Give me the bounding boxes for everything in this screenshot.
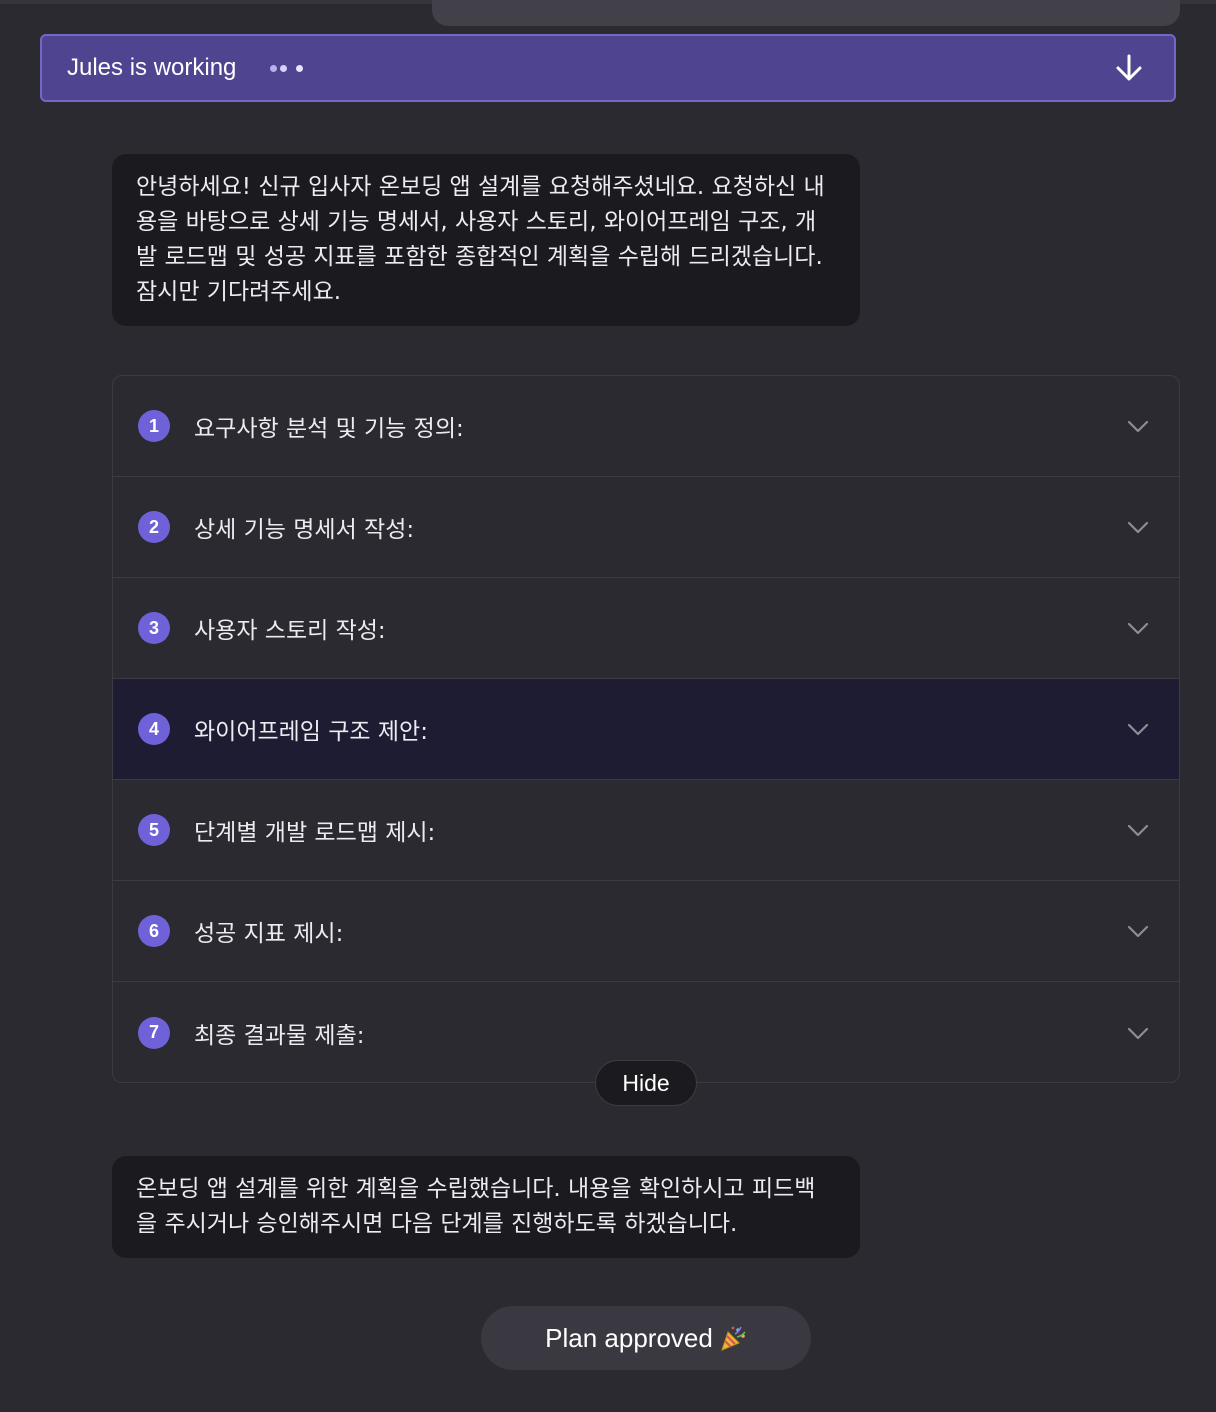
chevron-down-icon[interactable] [1125, 716, 1151, 742]
plan-step-1[interactable]: 1 요구사항 분석 및 기능 정의: [113, 376, 1179, 477]
chevron-down-icon[interactable] [1125, 514, 1151, 540]
plan-step-4[interactable]: 4 와이어프레임 구조 제안: [113, 679, 1179, 780]
party-popper-icon [721, 1326, 746, 1351]
plan-steps-card: 1 요구사항 분석 및 기능 정의: 2 상세 기능 명세서 작성: 3 사용자… [112, 375, 1180, 1083]
chevron-down-icon[interactable] [1125, 1020, 1151, 1046]
step-number-badge: 5 [138, 814, 170, 846]
chevron-down-icon[interactable] [1125, 918, 1151, 944]
plan-step-5[interactable]: 5 단계별 개발 로드맵 제시: [113, 780, 1179, 881]
step-number-badge: 2 [138, 511, 170, 543]
plan-step-6[interactable]: 6 성공 지표 제시: [113, 881, 1179, 982]
loading-dots-icon [270, 64, 304, 72]
message-input-edge[interactable] [432, 0, 1180, 26]
step-label: 상세 기능 명세서 작성: [194, 517, 415, 543]
step-number-badge: 3 [138, 612, 170, 644]
step-label: 와이어프레임 구조 제안: [194, 719, 428, 745]
chevron-down-icon[interactable] [1125, 413, 1151, 439]
chevron-down-icon[interactable] [1125, 817, 1151, 843]
step-label: 사용자 스토리 작성: [194, 618, 386, 644]
step-label: 최종 결과물 제출: [194, 1022, 365, 1049]
agent-message-outro: 온보딩 앱 설계를 위한 계획을 수립했습니다. 내용을 확인하시고 피드백을 … [112, 1156, 860, 1258]
plan-approved-badge: Plan approved [481, 1306, 811, 1370]
step-number-badge: 4 [138, 713, 170, 745]
step-label: 단계별 개발 로드맵 제시: [194, 820, 436, 846]
agent-message-intro: 안녕하세요! 신규 입사자 온보딩 앱 설계를 요청해주셨네요. 요청하신 내용… [112, 154, 860, 326]
loading-dot [296, 64, 304, 72]
plan-step-3[interactable]: 3 사용자 스토리 작성: [113, 578, 1179, 679]
step-number-badge: 6 [138, 915, 170, 947]
step-label: 성공 지표 제시: [194, 921, 344, 947]
loading-dot [280, 64, 288, 72]
step-number-badge: 1 [138, 410, 170, 442]
status-text: Jules is working [67, 54, 237, 81]
step-label: 요구사항 분석 및 기능 정의: [194, 416, 464, 442]
step-number-badge: 7 [138, 1016, 170, 1049]
arrow-down-icon[interactable] [1114, 53, 1144, 83]
plan-approved-label: Plan approved [545, 1322, 713, 1353]
hide-plan-button[interactable]: Hide [595, 1060, 697, 1106]
working-status-bar[interactable]: Jules is working [40, 34, 1176, 102]
chevron-down-icon[interactable] [1125, 615, 1151, 641]
loading-dot [270, 64, 278, 72]
plan-step-2[interactable]: 2 상세 기능 명세서 작성: [113, 477, 1179, 578]
